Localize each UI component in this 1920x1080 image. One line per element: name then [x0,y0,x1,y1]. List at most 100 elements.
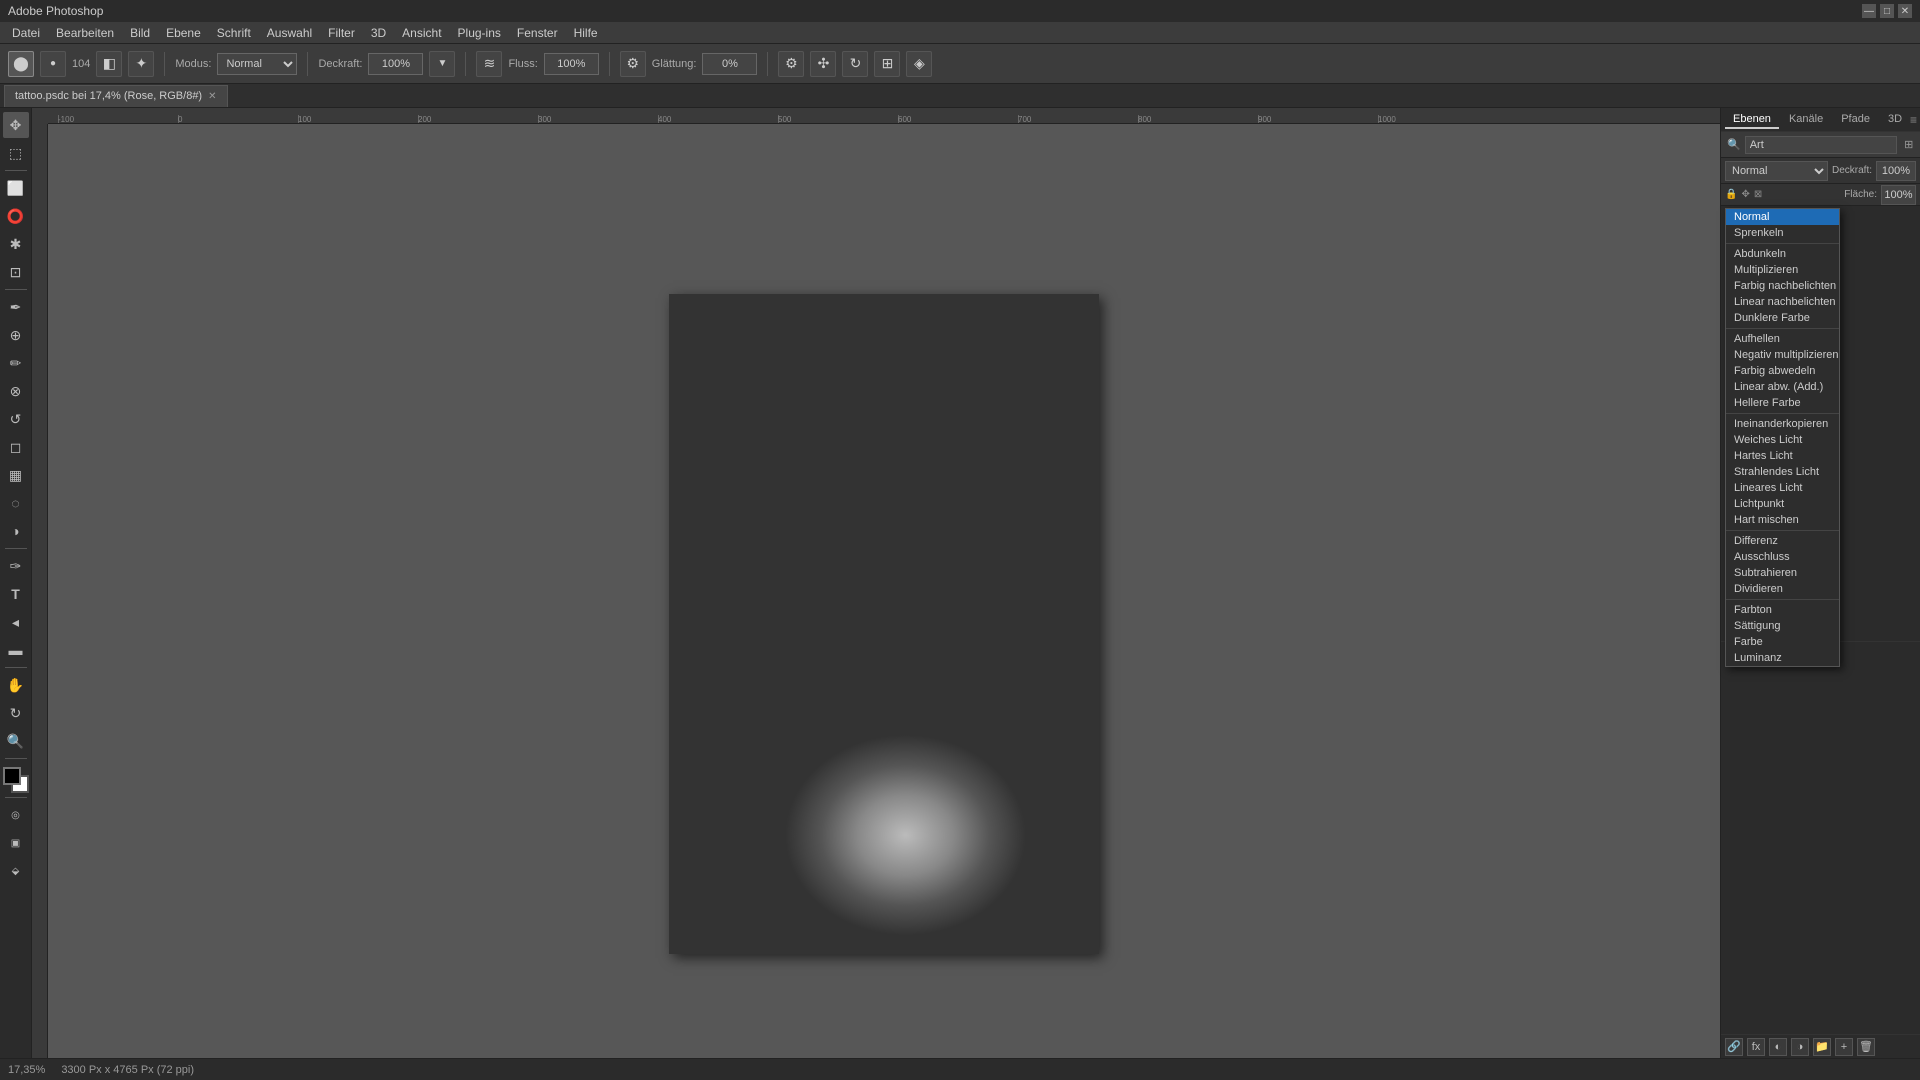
document-tab[interactable]: tattoo.psdc bei 17,4% (Rose, RGB/8#) ✕ [4,85,228,107]
blend-option-subtrahieren[interactable]: Subtrahieren [1726,565,1839,581]
history-brush-tool[interactable]: ↺ [3,406,29,432]
quick-select-tool[interactable]: ✱ [3,231,29,257]
menu-3d[interactable]: 3D [363,24,394,42]
text-tool[interactable]: T [3,581,29,607]
symmetry-btn[interactable]: ✣ [810,51,836,77]
blend-option-farbig-abwedeln[interactable]: Farbig abwedeln [1726,363,1839,379]
blend-option-weiches-licht[interactable]: Weiches Licht [1726,432,1839,448]
blend-option-farbton[interactable]: Farbton [1726,602,1839,618]
canvas-content[interactable] [48,124,1720,1058]
brush-hardness-btn[interactable]: ◧ [96,51,122,77]
artboard-tool[interactable]: ⬚ [3,140,29,166]
blur-tool[interactable]: ◌ [3,490,29,516]
blend-option-aufhellen[interactable]: Aufhellen [1726,331,1839,347]
blend-option-lineares-licht[interactable]: Lineares Licht [1726,480,1839,496]
new-layer-btn[interactable]: + [1835,1038,1853,1056]
blend-mode-select[interactable]: Normal Multiplizieren Bildschirm [1725,161,1828,181]
move-tool[interactable]: ✥ [3,112,29,138]
blend-option-luminanz[interactable]: Luminanz [1726,650,1839,666]
brush-size-icon[interactable]: ● [40,51,66,77]
opacity-input[interactable]: 100% [1876,161,1916,181]
dodge-tool[interactable]: ◑ [3,518,29,544]
color-swatches[interactable] [3,767,29,793]
blend-option-dunklere-farbe[interactable]: Dunklere Farbe [1726,310,1839,326]
marquee-tool[interactable]: ⬜ [3,175,29,201]
rotate-view-tool[interactable]: ↻ [3,700,29,726]
blend-option-strahlendes-licht[interactable]: Strahlendes Licht [1726,464,1839,480]
deckraft-input[interactable]: 100% [368,53,423,75]
glattung-icon[interactable]: ⚙ [620,51,646,77]
blend-option-lichtpunkt[interactable]: Lichtpunkt [1726,496,1839,512]
hand-tool[interactable]: ✋ [3,672,29,698]
deckraft-pressure-btn[interactable]: ▼ [429,51,455,77]
blend-option-farbig-nachbelichten[interactable]: Farbig nachbelichten [1726,278,1839,294]
panel-menu-btn[interactable]: ≡ [1910,113,1917,127]
blend-option-abdunkeln[interactable]: Abdunkeln [1726,246,1839,262]
maximize-button[interactable]: □ [1880,4,1894,18]
filter-pixel-icon[interactable]: ⊞ [1901,137,1917,153]
menu-ansicht[interactable]: Ansicht [394,24,449,42]
brush-tool[interactable]: ✏ [3,350,29,376]
blend-dropdown[interactable]: Normal Sprenkeln Abdunkeln Multipliziere… [1725,208,1840,667]
layer-style-btn[interactable]: fx [1747,1038,1765,1056]
settings-btn[interactable]: ⚙ [778,51,804,77]
menu-filter[interactable]: Filter [320,24,363,42]
zoom-tool[interactable]: 🔍 [3,728,29,754]
crop-tool[interactable]: ⊡ [3,259,29,285]
gradient-tool[interactable]: ▦ [3,462,29,488]
mask-btn[interactable]: ◐ [1769,1038,1787,1056]
blend-option-linear-abw[interactable]: Linear abw. (Add.) [1726,379,1839,395]
blend-option-saettigung[interactable]: Sättigung [1726,618,1839,634]
tab-pfade[interactable]: Pfade [1833,111,1878,129]
lasso-tool[interactable]: ⭕ [3,203,29,229]
rotation-btn[interactable]: ↻ [842,51,868,77]
shape-tool[interactable]: ▬ [3,637,29,663]
blend-option-hellere-farbe[interactable]: Hellere Farbe [1726,395,1839,411]
blend-option-dividieren[interactable]: Dividieren [1726,581,1839,597]
tab-kanaele[interactable]: Kanäle [1781,111,1831,129]
blend-option-differenz[interactable]: Differenz [1726,533,1839,549]
layers-search-input[interactable] [1745,136,1897,154]
quick-mask-tool[interactable]: ◎ [3,802,29,828]
airbrush-btn[interactable]: ✦ [128,51,154,77]
menu-fenster[interactable]: Fenster [509,24,566,42]
menu-ebene[interactable]: Ebene [158,24,209,42]
brush-tool-icon[interactable]: ⬤ [8,51,34,77]
adjustment-btn[interactable]: ◑ [1791,1038,1809,1056]
blend-option-ausschluss[interactable]: Ausschluss [1726,549,1839,565]
menu-bearbeiten[interactable]: Bearbeiten [48,24,122,42]
eraser-mode-btn[interactable]: ◈ [906,51,932,77]
screen-mode-tool[interactable]: ▣ [3,830,29,856]
extra-btn[interactable]: ⊞ [874,51,900,77]
eraser-tool[interactable]: ◻ [3,434,29,460]
modus-dropdown[interactable]: Normal [217,53,297,75]
stamp-tool[interactable]: ⊗ [3,378,29,404]
spot-heal-tool[interactable]: ⊕ [3,322,29,348]
blend-option-linear-nachbelichten[interactable]: Linear nachbelichten [1726,294,1839,310]
blend-option-farbe[interactable]: Farbe [1726,634,1839,650]
menu-auswahl[interactable]: Auswahl [259,24,320,42]
menu-hilfe[interactable]: Hilfe [566,24,606,42]
close-button[interactable]: ✕ [1898,4,1912,18]
fill-input[interactable]: 100% [1881,185,1916,205]
eyedropper-tool[interactable]: ✒ [3,294,29,320]
glattung-input[interactable]: 0% [702,53,757,75]
fluss-input[interactable]: 100% [544,53,599,75]
doc-tab-close[interactable]: ✕ [208,91,216,102]
flow-icon[interactable]: ≋ [476,51,502,77]
canvas-area[interactable]: -10001002003004005006007008009001000 [32,108,1720,1058]
menu-bild[interactable]: Bild [122,24,158,42]
menu-plugins[interactable]: Plug-ins [450,24,509,42]
menu-schrift[interactable]: Schrift [209,24,259,42]
link-layers-btn[interactable]: 🔗 [1725,1038,1743,1056]
blend-option-multiplizieren[interactable]: Multiplizieren [1726,262,1839,278]
delete-layer-btn[interactable]: 🗑 [1857,1038,1875,1056]
path-select-tool[interactable]: ◂ [3,609,29,635]
blend-option-normal[interactable]: Normal [1726,209,1839,225]
blend-option-hart-mischen[interactable]: Hart mischen [1726,512,1839,528]
blend-option-ineinanderkopieren[interactable]: Ineinanderkopieren [1726,416,1839,432]
minimize-button[interactable]: — [1862,4,1876,18]
blend-option-hartes-licht[interactable]: Hartes Licht [1726,448,1839,464]
blend-option-sprenkeln[interactable]: Sprenkeln [1726,225,1839,241]
group-btn[interactable]: 📁 [1813,1038,1831,1056]
